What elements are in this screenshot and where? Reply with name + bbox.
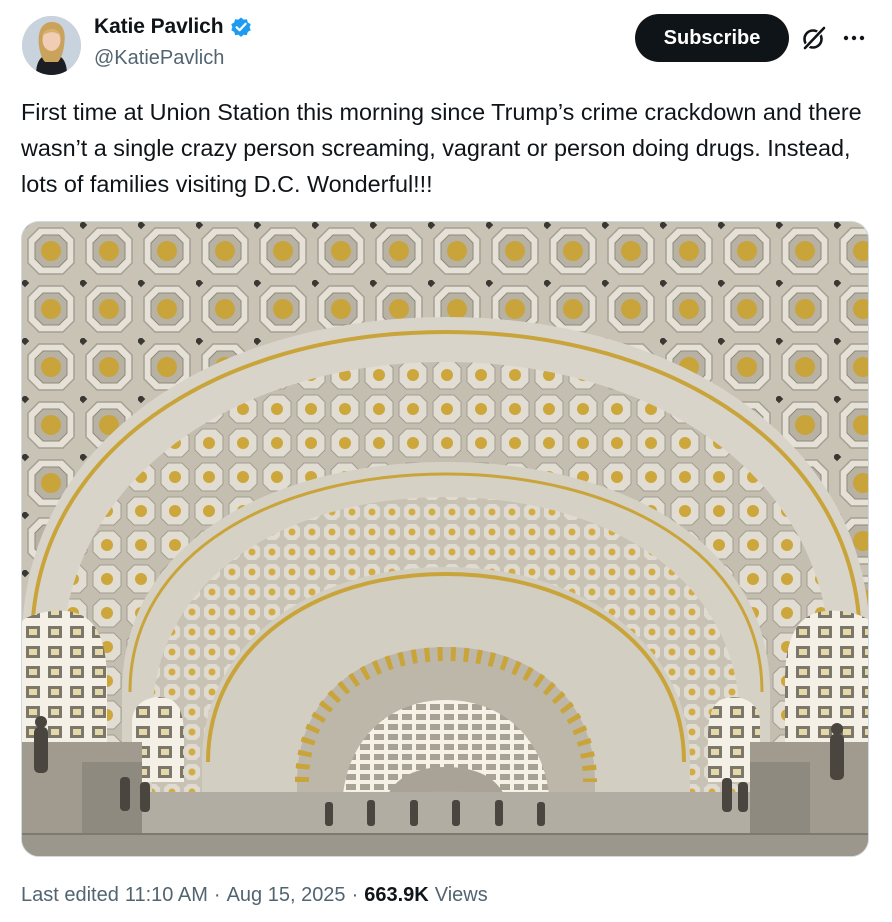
photo-union-station-vaulted-ceiling-icon	[22, 222, 868, 856]
meta-separator: ·	[351, 884, 359, 906]
author-name-row: Katie Pavlich	[94, 15, 253, 39]
grok-icon[interactable]	[800, 24, 828, 52]
author-display-name[interactable]: Katie Pavlich	[94, 15, 224, 39]
tweet-meta: Last edited 11:10 AM · Aug 15, 2025 · 66…	[21, 884, 488, 907]
profile-photo-icon	[22, 16, 81, 75]
author-avatar[interactable]	[22, 16, 81, 75]
post-date[interactable]: Aug 15, 2025	[227, 884, 346, 907]
tweet-header: Katie Pavlich @KatiePavlich Subscribe	[0, 0, 892, 90]
tweet-text: First time at Union Station this morning…	[21, 99, 862, 197]
views-count[interactable]: 663.9K	[364, 884, 429, 907]
tweet-photo[interactable]	[21, 221, 869, 857]
more-options-icon[interactable]	[840, 24, 868, 52]
edited-label[interactable]: Last edited	[21, 884, 119, 907]
verified-badge-icon[interactable]	[229, 15, 253, 39]
author-handle[interactable]: @KatiePavlich	[94, 47, 224, 70]
subscribe-button[interactable]: Subscribe	[635, 14, 789, 62]
post-time[interactable]: 11:10 AM	[125, 884, 208, 907]
meta-separator: ·	[213, 884, 221, 906]
views-label[interactable]: Views	[435, 884, 488, 907]
